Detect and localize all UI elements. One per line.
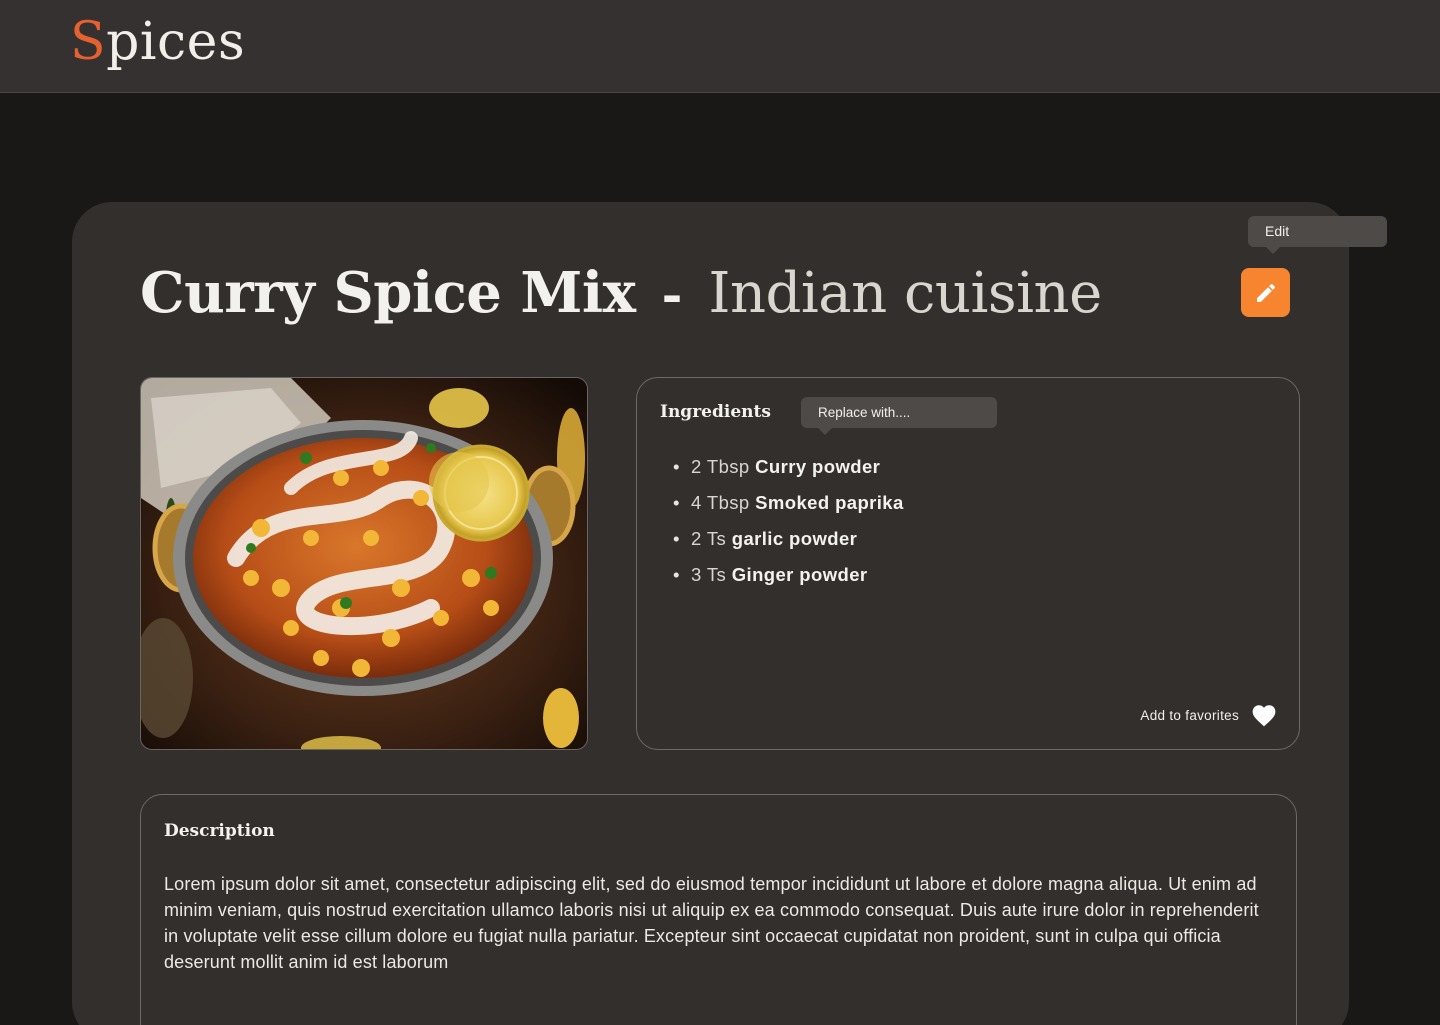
page-title: Curry Spice Mix - Indian cuisine: [140, 260, 1102, 340]
recipe-cuisine: Indian cuisine: [708, 261, 1102, 326]
title-separator: -: [661, 265, 683, 324]
ingredient-qty: 3 Ts: [691, 564, 727, 585]
edit-tooltip: Edit: [1248, 216, 1387, 254]
app-logo[interactable]: Spices: [70, 10, 245, 74]
list-item[interactable]: • 3 Ts Ginger powder: [673, 562, 904, 598]
ingredient-name: Ginger powder: [731, 564, 868, 585]
top-bar: Spices: [0, 0, 1440, 93]
logo-text: pices: [106, 12, 246, 72]
ingredient-name: Curry powder: [755, 456, 881, 477]
list-item[interactable]: • 2 Tbsp Curry powder: [673, 454, 904, 490]
description-title: Description: [164, 821, 275, 841]
pencil-icon: [1256, 283, 1275, 302]
description-text: Lorem ipsum dolor sit amet, consectetur …: [164, 874, 1259, 972]
ingredient-name: Smoked paprika: [755, 492, 904, 513]
bullet: •: [673, 564, 680, 585]
ingredient-qty: 2 Tbsp: [691, 456, 750, 477]
description-panel: Description Lorem ipsum dolor sit amet, …: [140, 794, 1297, 1025]
ingredients-panel: Ingredients • 2 Tbsp Curry powder • 4 Tbsp…: [636, 377, 1300, 750]
bullet: •: [673, 528, 680, 549]
bullet: •: [673, 456, 680, 477]
recipe-title: Curry Spice Mix: [140, 260, 636, 326]
list-item[interactable]: • 4 Tbsp Smoked paprika: [673, 490, 904, 526]
bullet: •: [673, 492, 680, 513]
logo-first-letter: S: [70, 12, 107, 72]
recipe-image: [140, 377, 588, 750]
edit-button[interactable]: [1241, 268, 1290, 317]
replace-tooltip: Replace with....: [801, 397, 997, 435]
list-item[interactable]: • 2 Ts garlic powder: [673, 526, 904, 562]
heart-icon: [1252, 705, 1276, 727]
favorites-label: Add to favorites: [1140, 707, 1239, 723]
ingredient-qty: 2 Ts: [691, 528, 727, 549]
ingredient-name: garlic powder: [731, 528, 858, 549]
add-to-favorites-button[interactable]: Add to favorites: [1140, 703, 1277, 727]
ingredient-qty: 4 Tbsp: [691, 492, 750, 513]
ingredients-title: Ingredients: [660, 402, 771, 422]
ingredients-list: • 2 Tbsp Curry powder • 4 Tbsp Smoked papr…: [673, 454, 904, 598]
